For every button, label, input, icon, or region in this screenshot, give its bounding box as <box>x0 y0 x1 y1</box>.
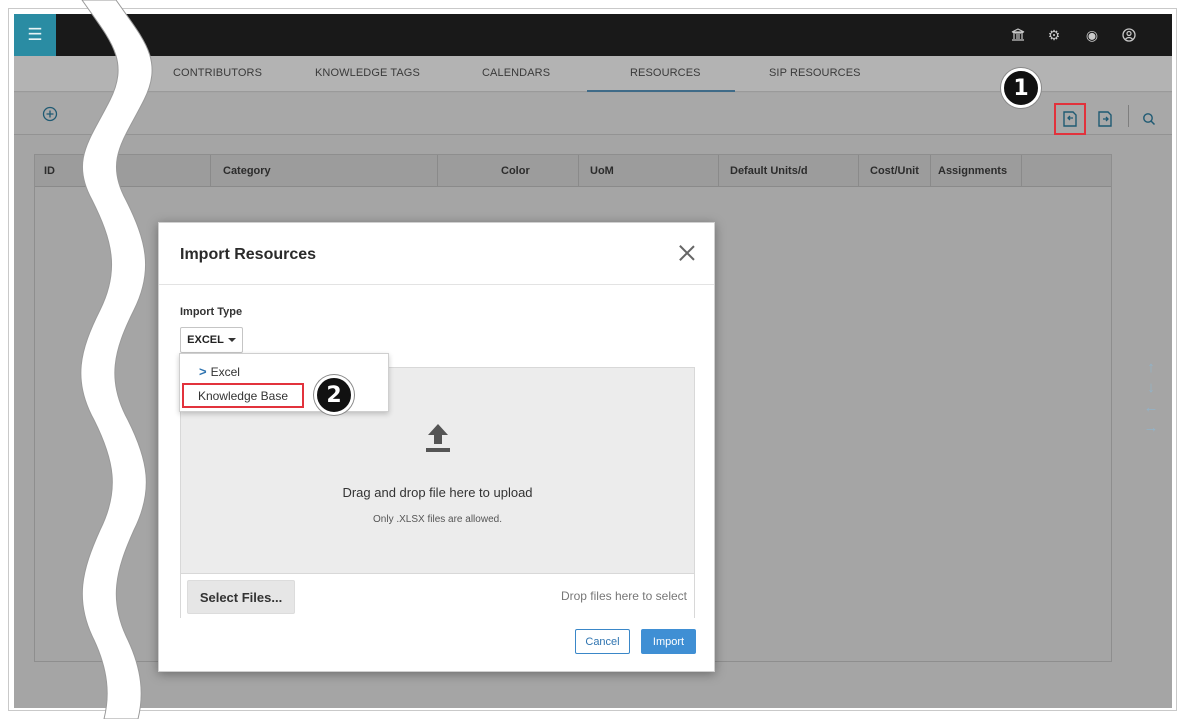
import-type-label: Import Type <box>180 306 243 318</box>
column-header-uom[interactable]: UoM <box>590 165 614 177</box>
tab-sip-resources[interactable]: SIP RESOURCES <box>769 67 861 79</box>
tab-resources[interactable]: RESOURCES <box>630 67 701 79</box>
column-divider <box>210 155 211 187</box>
column-divider <box>437 155 438 187</box>
search-svg <box>1143 113 1156 126</box>
dialog-header: Import Resources <box>159 223 714 285</box>
column-header-assignments[interactable]: Assignments <box>938 165 1007 177</box>
column-header-cost-unit[interactable]: Cost/Unit <box>870 165 919 177</box>
arrow-left-icon[interactable]: ← <box>1140 398 1162 418</box>
user-account-icon[interactable] <box>1117 23 1141 47</box>
dropzone-hint: Only .XLSX files are allowed. <box>373 514 502 525</box>
import-type-dropdown[interactable]: EXCEL <box>180 327 243 353</box>
navigation-arrows: ↑ ↓ ← → <box>1140 358 1162 438</box>
import-svg <box>1063 111 1077 127</box>
cancel-button[interactable]: Cancel <box>575 629 630 654</box>
active-tab-indicator <box>587 90 735 92</box>
dropzone-text: Drag and drop file here to upload <box>342 485 533 500</box>
import-type-value: EXCEL <box>187 334 224 346</box>
import-resources-dialog: Import Resources Import Type EXCEL Drag … <box>158 222 715 672</box>
column-divider <box>858 155 859 187</box>
arrow-up-icon[interactable]: ↑ <box>1140 358 1162 378</box>
menu-item-knowledge-base[interactable]: Knowledge Base <box>182 383 304 408</box>
export-svg <box>1098 111 1112 127</box>
drop-files-hint: Drop files here to select <box>560 589 687 603</box>
upload-icon <box>426 424 450 452</box>
user-svg <box>1122 28 1136 42</box>
column-header-category[interactable]: Category <box>223 165 271 177</box>
tab-bar: CONTRIBUTORS KNOWLEDGE TAGS CALENDARS RE… <box>14 56 1172 92</box>
column-divider <box>718 155 719 187</box>
tab-calendars[interactable]: CALENDARS <box>482 67 550 79</box>
grid-header: ID Category Color UoM Default Units/d Co… <box>35 155 1111 187</box>
toolbar <box>14 93 1172 135</box>
column-divider <box>1021 155 1022 187</box>
menu-item-excel-label: Excel <box>210 364 240 379</box>
settings-icon[interactable]: ⚙ <box>1042 23 1066 47</box>
import-button[interactable]: Import <box>641 629 696 654</box>
network-icon[interactable]: ◉ <box>1080 23 1104 47</box>
column-divider <box>578 155 579 187</box>
bank-icon[interactable] <box>1006 23 1030 47</box>
callout-step-2: 2 <box>314 375 354 415</box>
wavy-cut-decoration <box>80 0 153 719</box>
select-files-button[interactable]: Select Files... <box>187 580 295 614</box>
top-bar: ☰ ⚙ ◉ <box>14 14 1172 56</box>
tab-knowledge-tags[interactable]: KNOWLEDGE TAGS <box>315 67 420 79</box>
bank-svg <box>1011 28 1025 41</box>
column-header-color[interactable]: Color <box>501 165 530 177</box>
import-file-icon[interactable] <box>1057 106 1083 132</box>
arrow-down-icon[interactable]: ↓ <box>1140 378 1162 398</box>
close-icon[interactable] <box>677 243 697 263</box>
dialog-title: Import Resources <box>180 246 317 263</box>
import-type-menu: > Excel Knowledge Base <box>179 353 389 412</box>
tab-contributors[interactable]: CONTRIBUTORS <box>173 67 262 79</box>
dropzone-footer: Select Files... Drop files here to selec… <box>181 573 694 619</box>
chevron-right-icon: > <box>199 364 207 379</box>
caret-down-icon <box>227 338 236 342</box>
callout-step-1: 1 <box>1001 68 1041 108</box>
column-divider <box>930 155 931 187</box>
export-file-icon[interactable] <box>1092 106 1118 132</box>
menu-item-excel[interactable]: > Excel <box>199 364 407 379</box>
toolbar-separator <box>1128 105 1129 127</box>
search-icon[interactable] <box>1136 106 1162 132</box>
arrow-right-icon[interactable]: → <box>1140 418 1162 438</box>
column-header-default-units[interactable]: Default Units/d <box>730 165 808 177</box>
